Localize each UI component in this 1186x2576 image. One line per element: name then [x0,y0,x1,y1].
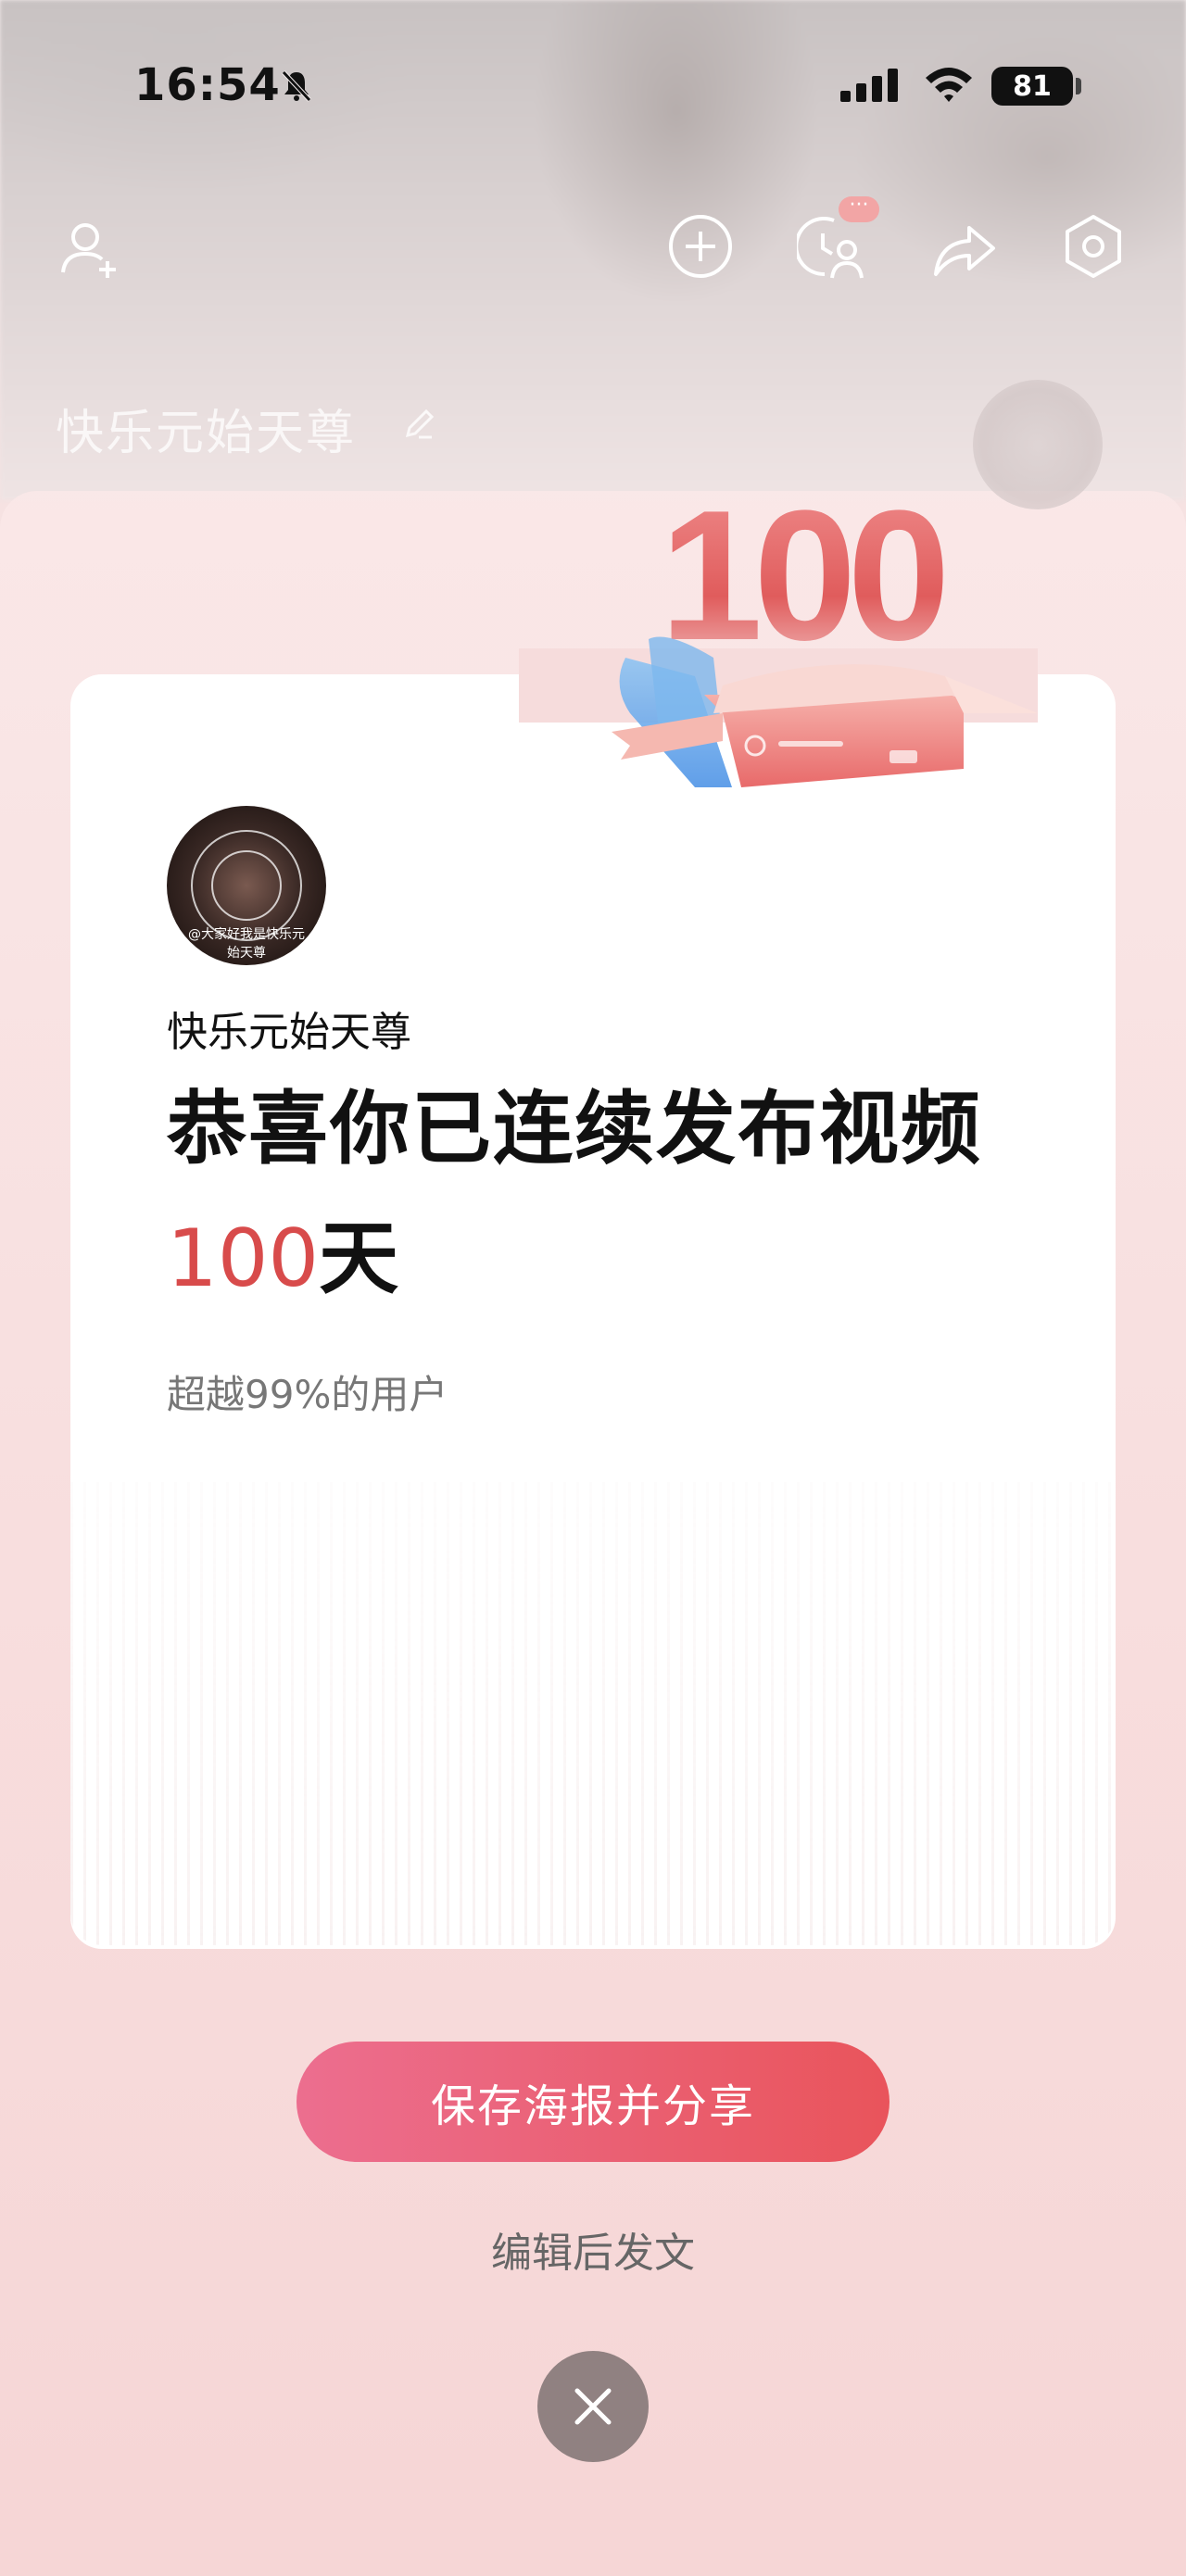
share-icon[interactable] [927,211,1001,285]
edit-then-post-link[interactable]: 编辑后发文 [0,2219,1186,2279]
cellular-signal-icon [840,69,898,102]
days-number: 100 [167,1213,320,1305]
card-user-name: 快乐元始天尊 [167,1009,411,1056]
settings-icon[interactable] [1056,209,1130,283]
edit-name-icon[interactable] [400,406,437,443]
card-decorative-stripes [70,1482,1116,1945]
recent-visitors-icon[interactable] [795,211,869,285]
save-poster-share-button[interactable]: 保存海报并分享 [296,2042,890,2162]
close-button[interactable] [537,2351,649,2462]
profile-name: 快乐元始天尊 [56,406,357,461]
status-time: 16:54 [134,59,281,111]
avatar-caption-2: 始天尊 [227,946,266,961]
user-avatar[interactable]: @大家好我是快乐元 始天尊 [167,806,326,965]
avatar-caption: @大家好我是快乐元 [188,927,305,942]
days-count: 100天 [167,1193,398,1309]
add-icon[interactable] [663,209,738,283]
add-friend-icon[interactable] [52,211,126,285]
percentile-text: 超越99%的用户 [167,1372,448,1417]
notification-badge: ··· [839,195,879,222]
battery-indicator: 81 [991,67,1073,106]
days-unit: 天 [319,1213,399,1305]
congrats-headline: 恭喜你已连续发布视频 [167,1083,982,1175]
milestone-100-badge: 100 [612,472,1038,787]
battery-tip [1076,78,1081,94]
silent-bell-icon [282,70,311,102]
status-bar: 16:54 81 [0,0,1186,139]
badge-number: 100 [660,472,943,679]
close-icon [574,2388,612,2425]
wifi-icon [926,68,972,102]
